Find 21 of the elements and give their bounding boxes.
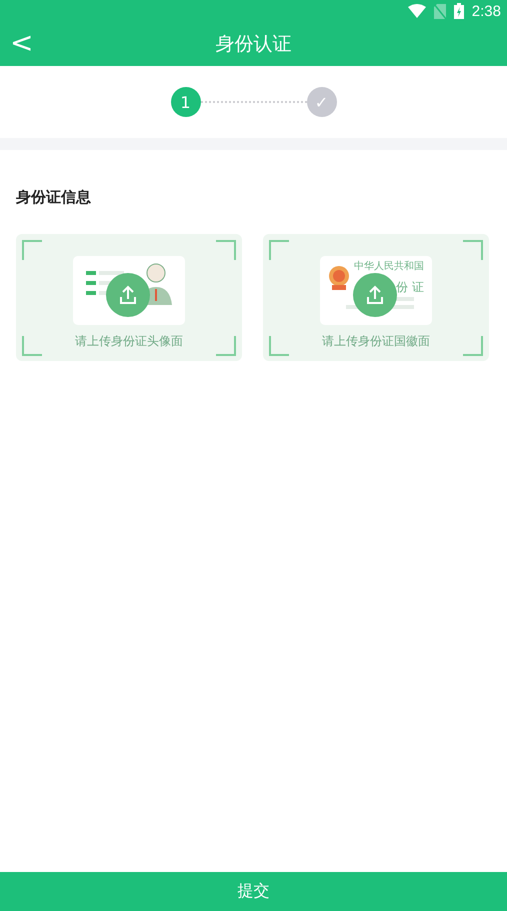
battery-icon — [454, 3, 464, 19]
page-title: 身份认证 — [216, 32, 292, 57]
upload-caption: 请上传身份证头像面 — [75, 333, 183, 350]
emblem-icon — [328, 264, 350, 290]
upload-caption: 请上传身份证国徽面 — [322, 333, 430, 350]
upload-icon — [106, 273, 150, 317]
back-button[interactable]: < — [6, 28, 38, 58]
wifi-icon — [408, 4, 426, 18]
frame-corners-icon — [22, 240, 236, 356]
step-indicator: 1 — [170, 87, 200, 117]
upload-card[interactable]: 请上传身份证头像面 — [16, 234, 242, 361]
section-title: 身份证信息 — [16, 188, 92, 207]
card-text: 份 证 — [396, 279, 424, 296]
submit-button[interactable]: 提交 — [0, 872, 507, 911]
clock-time: 2:38 — [472, 2, 501, 20]
frame-corners-icon — [269, 240, 483, 356]
upload-card[interactable]: 中华人民共和国 份 证 请上传身份证国徽面 — [263, 234, 489, 361]
upload-icon — [353, 273, 397, 317]
sim-icon — [434, 4, 446, 18]
step-indicator: ✓ — [306, 87, 336, 117]
card-text: 中华人民共和国 — [354, 260, 424, 273]
